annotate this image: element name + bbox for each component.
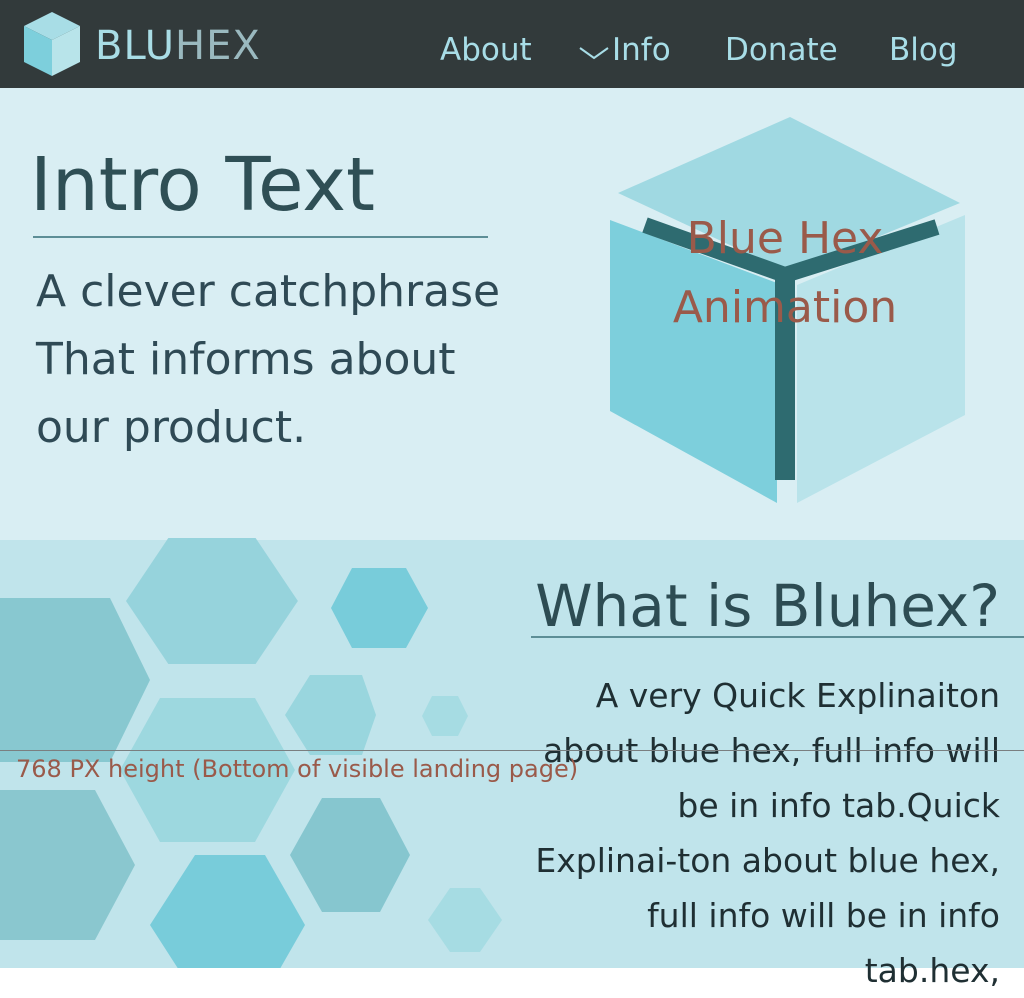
cube-logo-icon[interactable] xyxy=(22,10,82,78)
fold-marker-line xyxy=(0,750,1024,751)
brand-wordmark[interactable]: BLUHEX xyxy=(95,20,261,72)
intro-title: Intro Text xyxy=(30,142,375,228)
about-title: What is Bluhex? xyxy=(535,572,1000,640)
about-divider xyxy=(531,636,1024,638)
about-paragraph: A very Quick Explinaiton about blue hex,… xyxy=(535,676,1000,990)
brand-part2: HEX xyxy=(175,23,261,69)
chevron-down-icon xyxy=(579,46,609,59)
nav-donate[interactable]: Donate xyxy=(725,30,838,70)
nav-info-label: Info xyxy=(612,32,671,68)
intro-divider xyxy=(33,236,488,238)
brand-part1: BLU xyxy=(95,23,176,69)
animation-placeholder-label: Blue Hex Animation xyxy=(672,213,898,333)
nav-about[interactable]: About xyxy=(440,30,532,70)
hero-tagline: A clever catchphrase That informs about … xyxy=(36,266,501,453)
nav-blog[interactable]: Blog xyxy=(889,30,958,70)
fold-marker-label: 768 PX height (Bottom of visible landing… xyxy=(16,755,579,783)
hexagon-pattern xyxy=(0,538,502,968)
nav-info[interactable]: Info xyxy=(578,30,671,70)
top-navbar: BLUHEX About Info Donate Blog xyxy=(0,0,1024,88)
